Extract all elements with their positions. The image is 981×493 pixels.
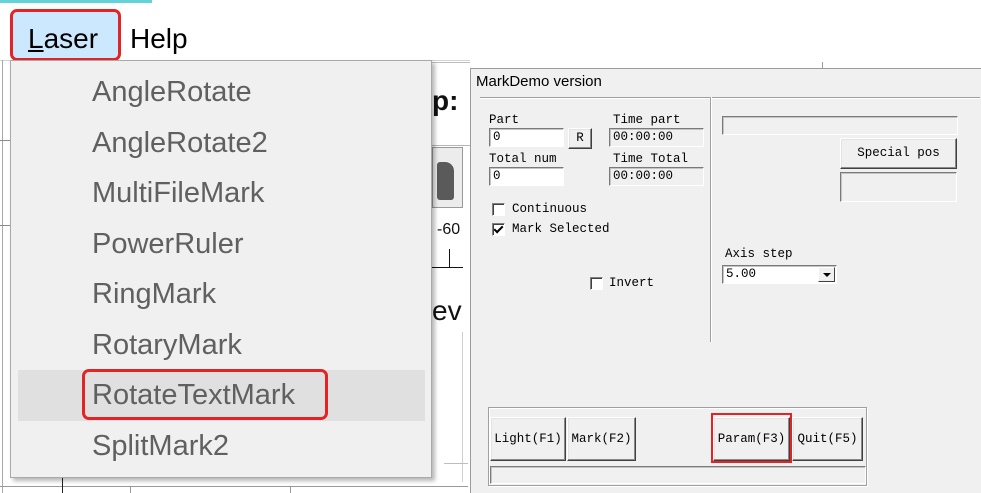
menu-item-label: RotaryMark	[92, 328, 242, 361]
menu-item-label: PowerRuler	[92, 227, 244, 260]
background-divider	[432, 145, 470, 146]
ruler-line	[432, 267, 463, 268]
info-field	[722, 116, 958, 135]
menu-item-splitmark2[interactable]: SplitMark2	[11, 421, 431, 472]
axis-step-value: 5.00	[726, 267, 757, 281]
quit-button[interactable]: Quit(F5)	[792, 417, 863, 461]
menu-item-label: AngleRotate	[92, 76, 252, 108]
top-accent-strip	[0, 0, 152, 3]
total-num-input[interactable]: 0	[489, 167, 564, 186]
menu-item-label: RingMark	[92, 278, 217, 310]
dialog-separator	[480, 97, 980, 99]
background-divider	[0, 140, 10, 141]
markdemo-dialog: MarkDemo version Part Time part 0 R 00:0…	[470, 68, 981, 493]
laser-menu-items: AngleRotate AngleRotate2 MultiFileMark P…	[11, 67, 431, 471]
background-text-fragment: p:	[432, 85, 459, 116]
invert-label[interactable]: Invert	[609, 276, 654, 290]
annotation-box-rotatetextmark	[82, 369, 328, 420]
background-divider	[0, 225, 10, 226]
annotation-box-param	[711, 413, 792, 463]
special-pos-button[interactable]: Special pos	[840, 138, 957, 169]
background-toolbar-button[interactable]	[432, 147, 463, 208]
status-bar	[490, 466, 866, 484]
dialog-separator	[710, 97, 712, 342]
ruler-tick	[130, 486, 131, 493]
continuous-label[interactable]: Continuous	[512, 202, 587, 216]
mark-selected-label[interactable]: Mark Selected	[512, 222, 610, 236]
menu-item-label: SplitMark2	[92, 429, 229, 462]
dialog-title: MarkDemo version	[476, 73, 602, 90]
background-divider	[462, 332, 463, 482]
background-divider	[444, 463, 468, 464]
part-label: Part	[489, 113, 520, 127]
axis-step-select[interactable]: 5.00	[722, 265, 837, 284]
ruler-tick	[290, 486, 291, 493]
background-text-fragment: ev	[432, 295, 462, 326]
annotation-box-laser	[10, 9, 121, 61]
menu-item-rotatetextmark[interactable]: RotateTextMark	[11, 369, 431, 421]
mark-selected-checkbox[interactable]	[492, 223, 505, 236]
menu-item-anglerotate2[interactable]: AngleRotate2	[11, 118, 431, 169]
time-total-label: Time Total	[613, 152, 689, 166]
menu-item-label: MultiFileMark	[92, 177, 265, 209]
menu-item-rotarymark[interactable]: RotaryMark	[11, 320, 431, 371]
continuous-checkbox[interactable]	[492, 203, 505, 216]
background-divider	[432, 62, 470, 63]
ruler-tick	[449, 249, 450, 268]
reset-button[interactable]: R	[568, 128, 592, 149]
axis-step-label: Axis step	[725, 247, 793, 261]
background-ruler-label: -60	[437, 221, 461, 238]
menu-item-ringmark[interactable]: RingMark	[11, 269, 431, 320]
chevron-down-icon	[823, 273, 831, 277]
menu-item-label: AngleRotate2	[92, 126, 268, 159]
tool-icon	[437, 162, 454, 200]
ruler-tick	[62, 478, 63, 493]
special-pos-field	[840, 172, 957, 202]
time-part-label: Time part	[613, 113, 681, 127]
light-button[interactable]: Light(F1)	[490, 417, 566, 461]
part-input[interactable]: 0	[489, 128, 564, 147]
mark-button[interactable]: Mark(F2)	[567, 417, 636, 461]
menu-item-multifilemark[interactable]: MultiFileMark	[11, 168, 431, 219]
laser-dropdown-menu: AngleRotate AngleRotate2 MultiFileMark P…	[10, 60, 432, 478]
time-total-field: 00:00:00	[609, 167, 704, 186]
invert-checkbox[interactable]	[590, 277, 603, 290]
background-ruler-bottom	[0, 486, 468, 487]
menubar-help[interactable]: Help	[130, 21, 188, 57]
background-window-edge	[2, 60, 3, 493]
menu-item-powerruler[interactable]: PowerRuler	[11, 219, 431, 270]
menu-item-anglerotate[interactable]: AngleRotate	[11, 67, 431, 118]
axis-step-dropdown-button[interactable]	[818, 267, 835, 282]
total-num-label: Total num	[489, 152, 557, 166]
time-part-field: 00:00:00	[609, 128, 704, 147]
